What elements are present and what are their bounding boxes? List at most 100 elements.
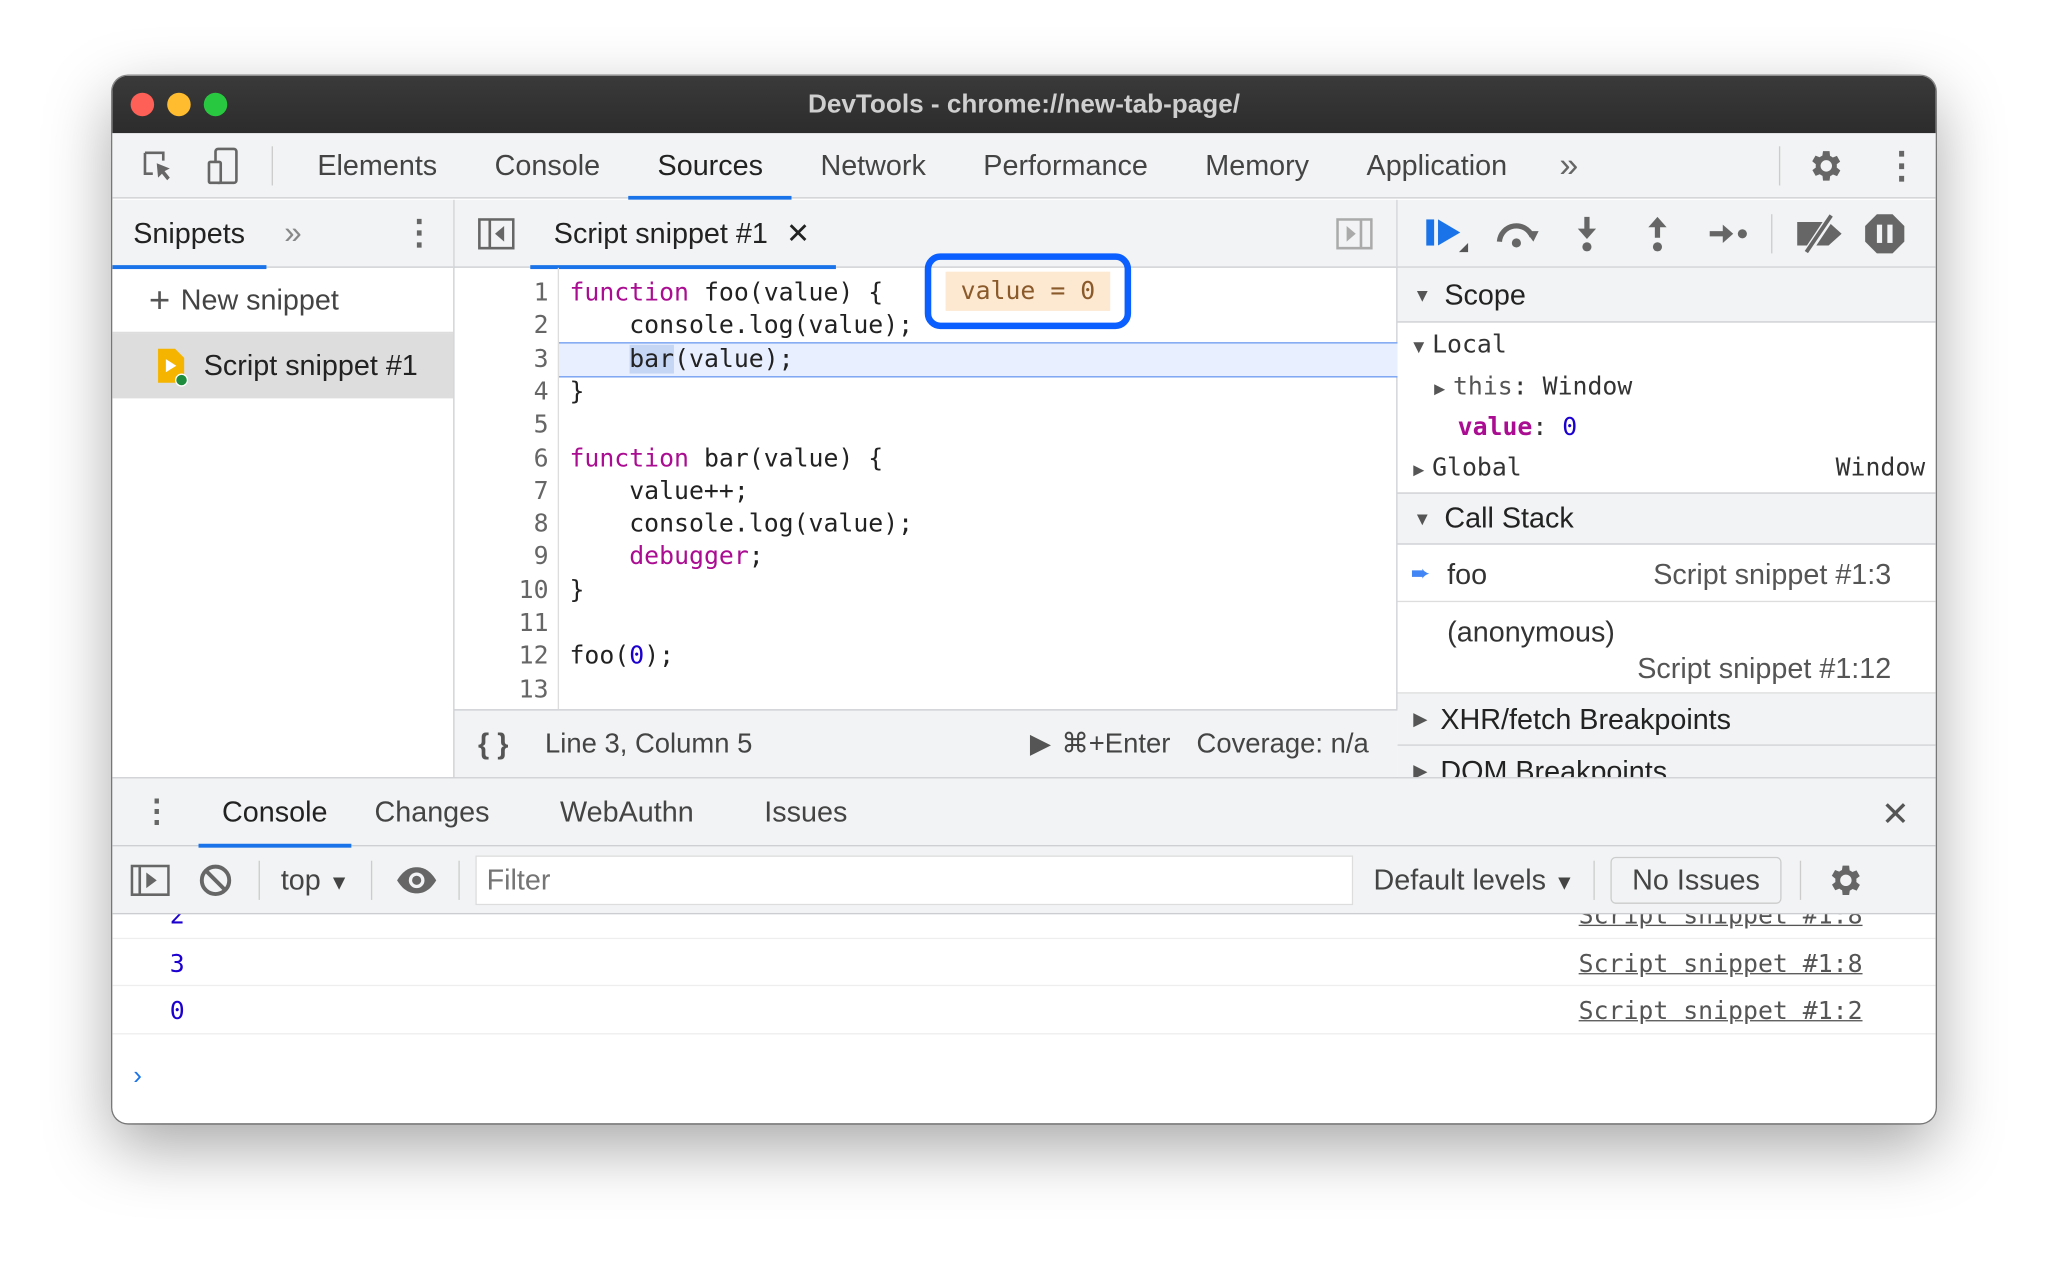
line-number[interactable]: 6 xyxy=(455,442,549,475)
line-number[interactable]: 5 xyxy=(455,409,549,442)
drawer-tab-console[interactable]: Console xyxy=(198,778,351,848)
step-icon[interactable] xyxy=(1698,220,1758,246)
line-number[interactable]: 10 xyxy=(455,574,549,607)
line-number[interactable]: 9 xyxy=(455,541,549,574)
code-editor[interactable]: 1 2 3 4 5 6 7 8 9 10 11 12 13 function foo(value) { … xyxy=(455,267,1398,710)
snippet-item[interactable]: Script snippet #1 xyxy=(112,333,454,399)
tab-elements[interactable]: Elements xyxy=(289,133,466,198)
code-line: value++; xyxy=(569,475,749,508)
tab-snippets[interactable]: Snippets xyxy=(112,199,266,269)
drawer-tab-issues[interactable]: Issues xyxy=(741,778,871,846)
close-window-button[interactable] xyxy=(130,92,155,117)
toggle-navigator-icon[interactable] xyxy=(478,217,515,249)
close-tab-icon[interactable]: ✕ xyxy=(786,216,810,250)
settings-gear-icon[interactable] xyxy=(1805,146,1844,185)
line-number[interactable]: 4 xyxy=(455,376,549,409)
line-number[interactable]: 3 xyxy=(455,343,549,376)
drawer-menu-icon[interactable]: ⋮ xyxy=(141,793,172,831)
resume-icon[interactable] xyxy=(1421,214,1473,253)
call-frame-foo[interactable]: ➨ foo Script snippet #1:3 xyxy=(1397,545,1936,603)
console-message: 0 Script snippet #1:2 xyxy=(112,986,1936,1034)
code-token: 0 xyxy=(629,641,645,671)
minimize-window-button[interactable] xyxy=(167,92,191,117)
inline-value-highlight: value = 0 xyxy=(924,253,1132,330)
more-navigator-tabs-icon[interactable]: » xyxy=(284,215,301,252)
code-token: } xyxy=(569,575,585,605)
title-bar: DevTools - chrome://new-tab-page/ xyxy=(112,75,1936,134)
message-value: 3 xyxy=(169,948,185,978)
tab-sources[interactable]: Sources xyxy=(628,133,792,200)
run-snippet-icon[interactable]: ▶ xyxy=(1030,728,1051,761)
code-line: } xyxy=(569,574,584,607)
tab-console[interactable]: Console xyxy=(466,133,629,198)
pause-on-exceptions-icon[interactable] xyxy=(1864,212,1906,254)
divider xyxy=(1778,145,1781,185)
plus-icon: + xyxy=(148,278,171,320)
clear-console-icon[interactable] xyxy=(199,863,233,897)
deactivate-breakpoints-icon[interactable] xyxy=(1791,213,1848,253)
call-frame-anonymous[interactable]: (anonymous) Script snippet #1:12 xyxy=(1397,602,1936,694)
line-number[interactable]: 7 xyxy=(455,475,549,508)
message-source-link[interactable]: Script snippet #1:8 xyxy=(1579,949,1863,978)
scope-local[interactable]: ▼ Local xyxy=(1413,330,1507,359)
main-tabbar: Elements Console Sources Network Performance… xyxy=(112,133,1936,200)
log-levels-dropdown[interactable]: Default levels ▼ xyxy=(1373,863,1574,897)
message-source-link[interactable]: Script snippet #1:8 xyxy=(1579,914,1863,930)
maximize-window-button[interactable] xyxy=(203,92,228,117)
pretty-print-icon[interactable]: { } xyxy=(478,727,508,761)
tab-script-snippet[interactable]: Script snippet #1 ✕ xyxy=(530,199,837,269)
code-token: debugger xyxy=(629,542,749,572)
scope-global[interactable]: ▶ Global Window xyxy=(1413,453,1925,482)
divider xyxy=(271,145,273,185)
new-snippet-button[interactable]: + New snippet xyxy=(112,268,454,334)
step-out-icon[interactable] xyxy=(1627,214,1687,253)
console-settings-gear-icon[interactable] xyxy=(1825,860,1864,899)
more-tabs-icon[interactable]: » xyxy=(1559,145,1578,185)
code-line: function bar(value) { xyxy=(569,442,883,475)
dom-breakpoints-header[interactable]: ▶ DOM Breakpoints xyxy=(1397,745,1936,778)
line-gutter[interactable]: 1 2 3 4 5 6 7 8 9 10 11 12 13 xyxy=(455,267,560,710)
code-token: ; xyxy=(748,542,764,572)
navigator-menu-icon[interactable]: ⋮ xyxy=(402,213,436,253)
message-value: 0 xyxy=(169,996,185,1026)
editor-panel: Script snippet #1 ✕ 1 2 3 4 5 6 7 8 9 10 11 12 13 fu… xyxy=(454,199,1398,778)
console-filter-input[interactable] xyxy=(474,854,1353,905)
line-number[interactable]: 8 xyxy=(455,508,549,541)
step-over-icon[interactable] xyxy=(1489,217,1546,248)
tab-performance[interactable]: Performance xyxy=(955,133,1177,198)
drawer-tab-webauthn[interactable]: WebAuthn xyxy=(537,778,718,846)
console-prompt[interactable]: › xyxy=(112,1057,1935,1096)
toggle-sidebar-icon[interactable] xyxy=(130,863,170,896)
line-number[interactable]: 2 xyxy=(455,310,549,343)
toggle-debugger-icon[interactable] xyxy=(1336,218,1373,250)
line-number[interactable]: 11 xyxy=(455,607,549,640)
line-number[interactable]: 1 xyxy=(455,277,549,310)
line-number[interactable]: 13 xyxy=(455,673,549,706)
live-expression-eye-icon[interactable] xyxy=(395,865,437,894)
code-line: bar(value); xyxy=(569,343,794,376)
context-selector[interactable]: top ▼ xyxy=(281,863,350,897)
call-stack-section-header[interactable]: ▼ Call Stack xyxy=(1397,492,1936,545)
message-value: 2 xyxy=(169,914,185,930)
tab-network[interactable]: Network xyxy=(792,133,955,198)
console-drawer: ⋮ ConsoleChanges WebAuthn Issues ✕ top ▼ D… xyxy=(112,777,1936,1123)
console-message: 3 Script snippet #1:8 xyxy=(112,938,1936,987)
line-number[interactable]: 12 xyxy=(455,640,549,673)
inspect-element-icon[interactable] xyxy=(125,147,190,184)
run-shortcut[interactable]: ⌘+Enter xyxy=(1061,728,1170,761)
more-options-icon[interactable]: ⋮ xyxy=(1883,144,1920,187)
xhr-breakpoints-header[interactable]: ▶ XHR/fetch Breakpoints xyxy=(1397,693,1936,746)
tab-application[interactable]: Application xyxy=(1338,133,1536,198)
scope-value[interactable]: value: 0 xyxy=(1458,413,1578,442)
scope-section-header[interactable]: ▼ Scope xyxy=(1397,267,1936,323)
drawer-tab-changes[interactable]: Changes xyxy=(351,778,513,846)
scope-this[interactable]: ▶ this: Window xyxy=(1434,372,1632,401)
issues-button[interactable]: No Issues xyxy=(1609,856,1783,904)
message-source-link[interactable]: Script snippet #1:2 xyxy=(1579,997,1863,1026)
step-into-icon[interactable] xyxy=(1557,214,1617,253)
code-line: } xyxy=(569,376,584,409)
tab-memory[interactable]: Memory xyxy=(1177,133,1338,198)
close-drawer-icon[interactable]: ✕ xyxy=(1881,794,1909,834)
device-toolbar-icon[interactable] xyxy=(191,146,256,185)
